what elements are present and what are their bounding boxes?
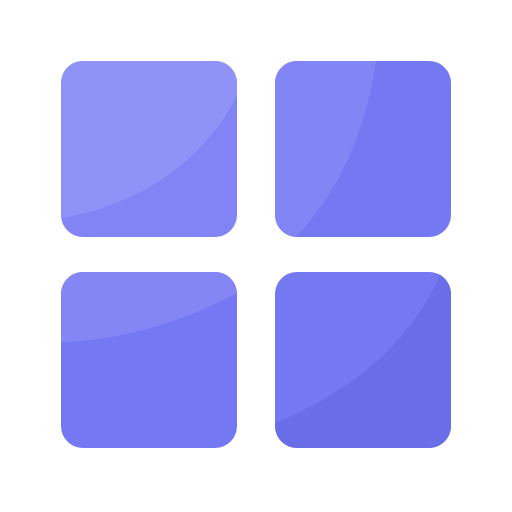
tile-bottom-left bbox=[61, 272, 237, 448]
app-icon-canvas bbox=[0, 0, 512, 512]
tile-top-left bbox=[61, 61, 237, 237]
tile-top-right bbox=[275, 61, 451, 237]
tile-bottom-right bbox=[275, 272, 451, 448]
grid-icon bbox=[61, 61, 451, 448]
